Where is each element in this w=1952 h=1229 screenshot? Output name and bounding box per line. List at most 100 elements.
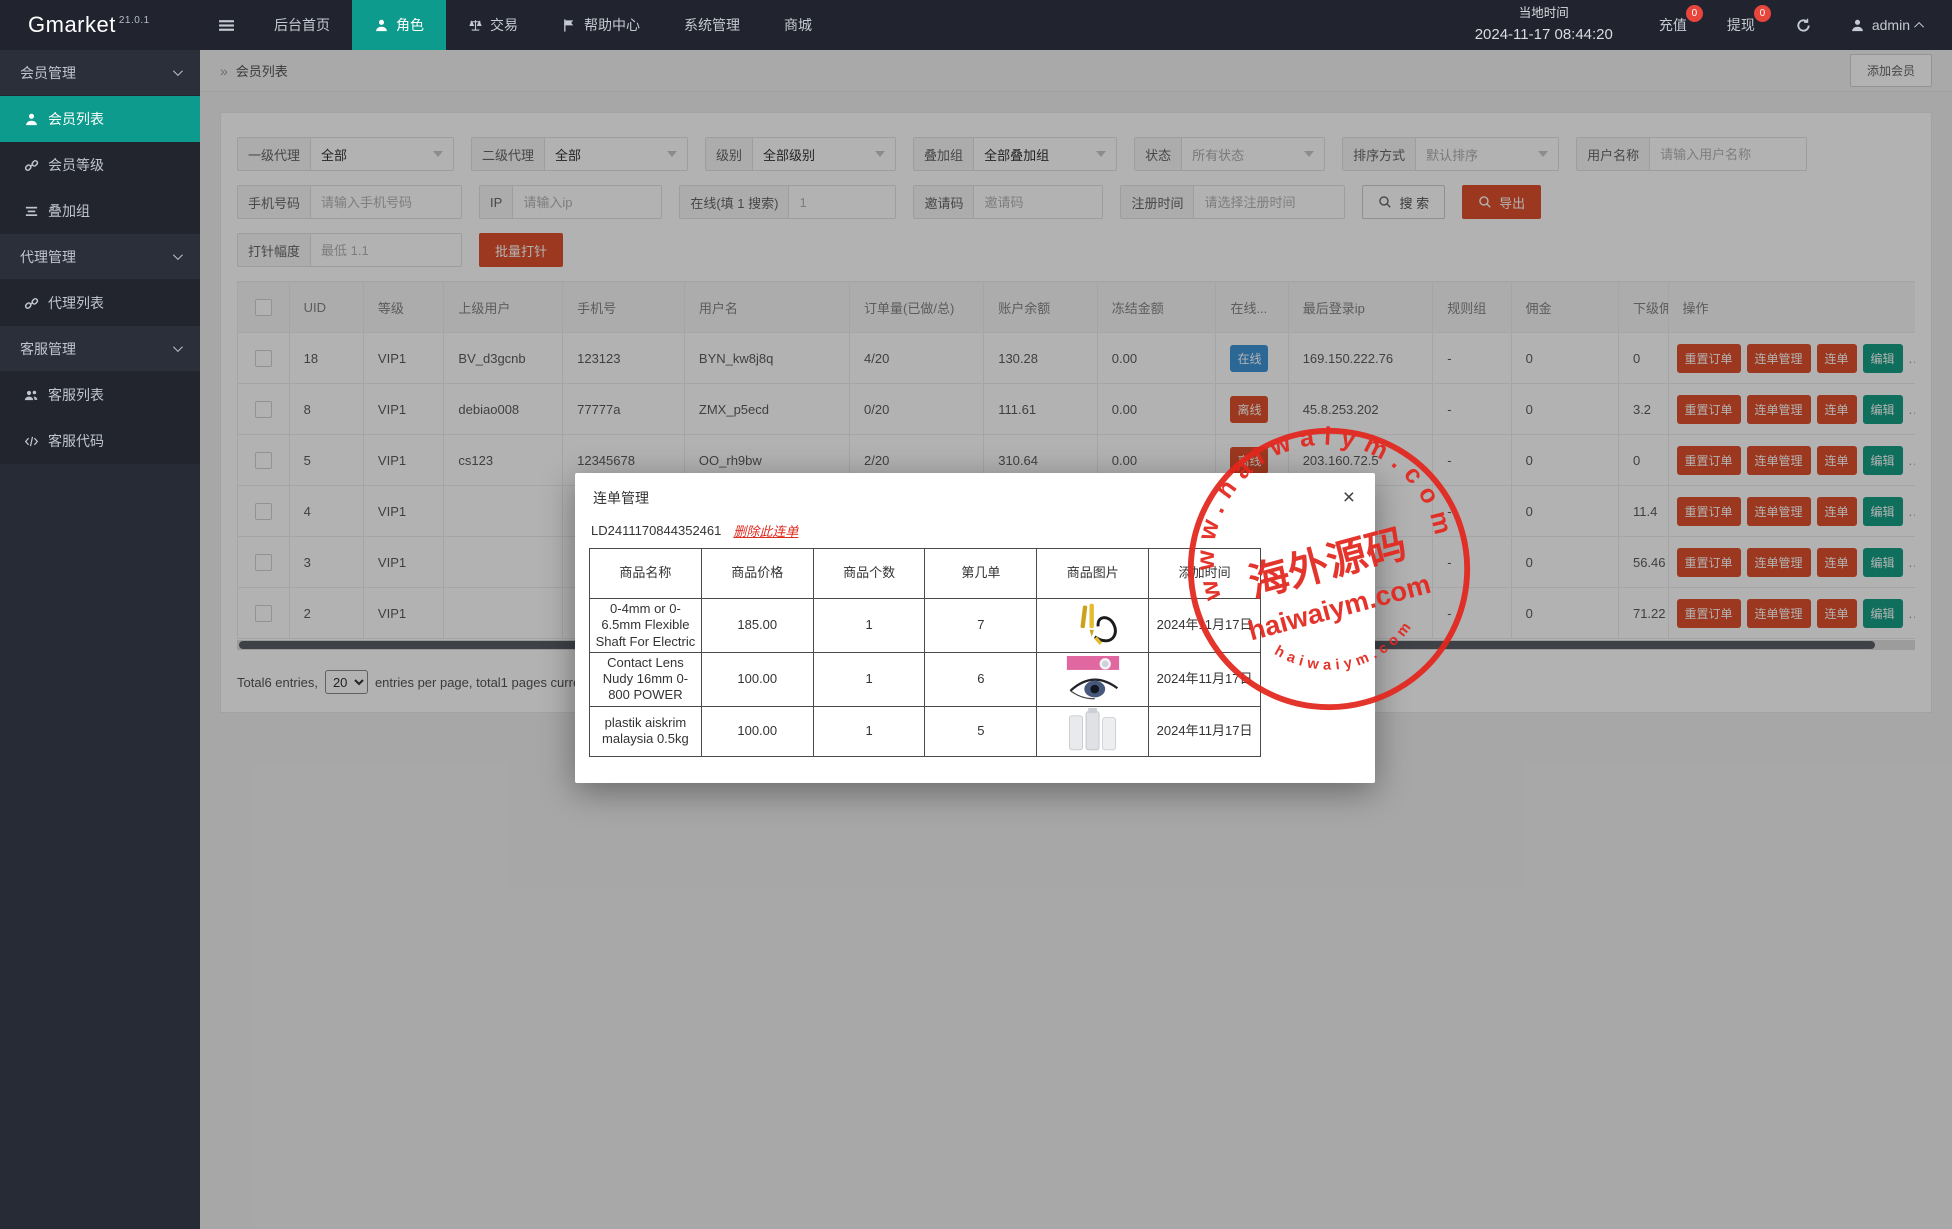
sidebar-item-label: 叠加组 xyxy=(48,201,90,221)
delete-linked-order-link[interactable]: 删除此连单 xyxy=(733,521,798,540)
sidebar-group-items: 客服列表客服代码 xyxy=(0,372,200,464)
admin-name: admin xyxy=(1872,17,1910,33)
app-logo: Gmarket 21.0.1 xyxy=(0,0,200,50)
person-icon xyxy=(1850,18,1865,33)
list-icon xyxy=(24,204,39,219)
modal-column-header: 商品图片 xyxy=(1037,549,1149,599)
withdraw-button[interactable]: 提现 0 xyxy=(1707,0,1775,50)
cell-product-name: Contact Lens Nudy 16mm 0-800 POWER xyxy=(590,652,702,706)
refresh-button[interactable] xyxy=(1775,0,1832,50)
main-area: » 会员列表 添加会员 一级代理全部二级代理全部级别全部级别叠加组全部叠加组状态… xyxy=(200,50,1952,1229)
sidebar-item-代理列表[interactable]: 代理列表 xyxy=(0,280,200,326)
hamburger-icon xyxy=(218,17,235,34)
nav-item-2[interactable]: 交易 xyxy=(446,0,540,50)
modal-table-header-row: 商品名称商品价格商品个数第几单商品图片添加时间 xyxy=(590,549,1261,599)
sidebar-group-items: 代理列表 xyxy=(0,280,200,326)
cell-order-seq: 5 xyxy=(925,706,1037,756)
sidebar-item-会员等级[interactable]: 会员等级 xyxy=(0,142,200,188)
sidebar-group-0[interactable]: 会员管理 xyxy=(0,50,200,96)
sidebar-item-会员列表[interactable]: 会员列表 xyxy=(0,96,200,142)
link-icon xyxy=(24,296,39,311)
modal-table-row: 0-4mm or 0-6.5mm Flexible Shaft For Elec… xyxy=(590,599,1261,653)
nav-item-5[interactable]: 商城 xyxy=(762,0,834,50)
app-version: 21.0.1 xyxy=(119,15,150,26)
local-time-value: 2024-11-17 08:44:20 xyxy=(1475,23,1613,46)
linked-order-modal: 连单管理 × LD2411170844352461 删除此连单 商品名称商品价格… xyxy=(575,473,1375,783)
nav-item-3[interactable]: 帮助中心 xyxy=(540,0,662,50)
modal-table-row: plastik aiskrim malaysia 0.5kg100.001520… xyxy=(590,706,1261,756)
sidebar-item-label: 会员等级 xyxy=(48,155,104,175)
refresh-icon xyxy=(1795,17,1812,34)
chevron-up-icon xyxy=(1914,21,1924,31)
sidebar-item-叠加组[interactable]: 叠加组 xyxy=(0,188,200,234)
sidebar-item-label: 代理列表 xyxy=(48,293,104,313)
person-icon xyxy=(374,18,389,33)
recharge-button[interactable]: 充值 0 xyxy=(1639,0,1707,50)
nav-item-label: 帮助中心 xyxy=(584,15,640,35)
modal-column-header: 第几单 xyxy=(925,549,1037,599)
modal-header: 连单管理 × xyxy=(575,473,1375,518)
cell-product-name: 0-4mm or 0-6.5mm Flexible Shaft For Elec… xyxy=(590,599,702,653)
sidebar-item-客服列表[interactable]: 客服列表 xyxy=(0,372,200,418)
plastic-containers-image xyxy=(1037,706,1149,756)
link-icon xyxy=(24,158,39,173)
recharge-badge: 0 xyxy=(1686,5,1703,22)
sidebar-group-1[interactable]: 代理管理 xyxy=(0,234,200,280)
sidebar-item-label: 客服列表 xyxy=(48,385,104,405)
scales-icon xyxy=(468,18,483,33)
chevron-down-icon xyxy=(173,342,183,352)
cell-order-seq: 6 xyxy=(925,652,1037,706)
close-icon[interactable]: × xyxy=(1343,487,1355,508)
chevron-down-icon xyxy=(173,66,183,76)
modal-body: LD2411170844352461 删除此连单 商品名称商品价格商品个数第几单… xyxy=(575,521,1375,757)
flag-icon xyxy=(562,18,577,33)
sidebar-group-label: 代理管理 xyxy=(20,247,76,267)
nav-item-1[interactable]: 角色 xyxy=(352,0,446,50)
contact-lens-image xyxy=(1037,652,1149,706)
cell-product-qty: 1 xyxy=(813,652,925,706)
nav-item-label: 后台首页 xyxy=(274,15,330,35)
sidebar-group-label: 会员管理 xyxy=(20,63,76,83)
withdraw-label: 提现 xyxy=(1727,15,1755,35)
cell-product-name: plastik aiskrim malaysia 0.5kg xyxy=(590,706,702,756)
cell-add-date: 2024年11月17日 xyxy=(1149,652,1261,706)
sidebar-group-items: 会员列表会员等级叠加组 xyxy=(0,96,200,234)
modal-table-row: Contact Lens Nudy 16mm 0-800 POWER100.00… xyxy=(590,652,1261,706)
code-icon xyxy=(24,434,39,449)
linked-order-table: 商品名称商品价格商品个数第几单商品图片添加时间 0-4mm or 0-6.5mm… xyxy=(589,548,1261,757)
app-logo-text: Gmarket xyxy=(28,12,116,38)
modal-column-header: 商品价格 xyxy=(701,549,813,599)
modal-column-header: 添加时间 xyxy=(1149,549,1261,599)
sidebar: 会员管理会员列表会员等级叠加组代理管理代理列表客服管理客服列表客服代码 xyxy=(0,50,200,1229)
navbar-right: 当地时间 2024-11-17 08:44:20 充值 0 提现 0 admin xyxy=(1449,0,1952,50)
sidebar-group-2[interactable]: 客服管理 xyxy=(0,326,200,372)
nav-item-label: 系统管理 xyxy=(684,15,740,35)
sidebar-item-label: 客服代码 xyxy=(48,431,104,451)
nav-item-4[interactable]: 系统管理 xyxy=(662,0,762,50)
recharge-label: 充值 xyxy=(1659,15,1687,35)
sidebar-toggle-button[interactable] xyxy=(200,0,252,50)
nav-item-label: 交易 xyxy=(490,15,518,35)
admin-menu[interactable]: admin xyxy=(1832,0,1952,50)
sidebar-item-label: 会员列表 xyxy=(48,109,104,129)
order-id: LD2411170844352461 xyxy=(591,523,721,538)
sidebar-item-客服代码[interactable]: 客服代码 xyxy=(0,418,200,464)
withdraw-badge: 0 xyxy=(1754,5,1771,22)
person-icon xyxy=(24,112,39,127)
nav-item-label: 角色 xyxy=(396,15,424,35)
local-time-block: 当地时间 2024-11-17 08:44:20 xyxy=(1449,0,1639,50)
cell-product-price: 100.00 xyxy=(701,652,813,706)
modal-column-header: 商品名称 xyxy=(590,549,702,599)
modal-column-header: 商品个数 xyxy=(813,549,925,599)
cell-product-qty: 1 xyxy=(813,599,925,653)
nav-item-label: 商城 xyxy=(784,15,812,35)
cell-add-date: 2024年11月17日 xyxy=(1149,599,1261,653)
chevron-down-icon xyxy=(173,250,183,260)
local-time-label: 当地时间 xyxy=(1475,4,1613,23)
cell-product-price: 185.00 xyxy=(701,599,813,653)
top-navbar: Gmarket 21.0.1 后台首页 角色 交易 帮助中心 系统管理 商城 当地时间 2… xyxy=(0,0,1952,50)
cell-add-date: 2024年11月17日 xyxy=(1149,706,1261,756)
drill-tools-image xyxy=(1037,599,1149,653)
main-menu: 后台首页 角色 交易 帮助中心 系统管理 商城 xyxy=(252,0,834,50)
nav-item-0[interactable]: 后台首页 xyxy=(252,0,352,50)
